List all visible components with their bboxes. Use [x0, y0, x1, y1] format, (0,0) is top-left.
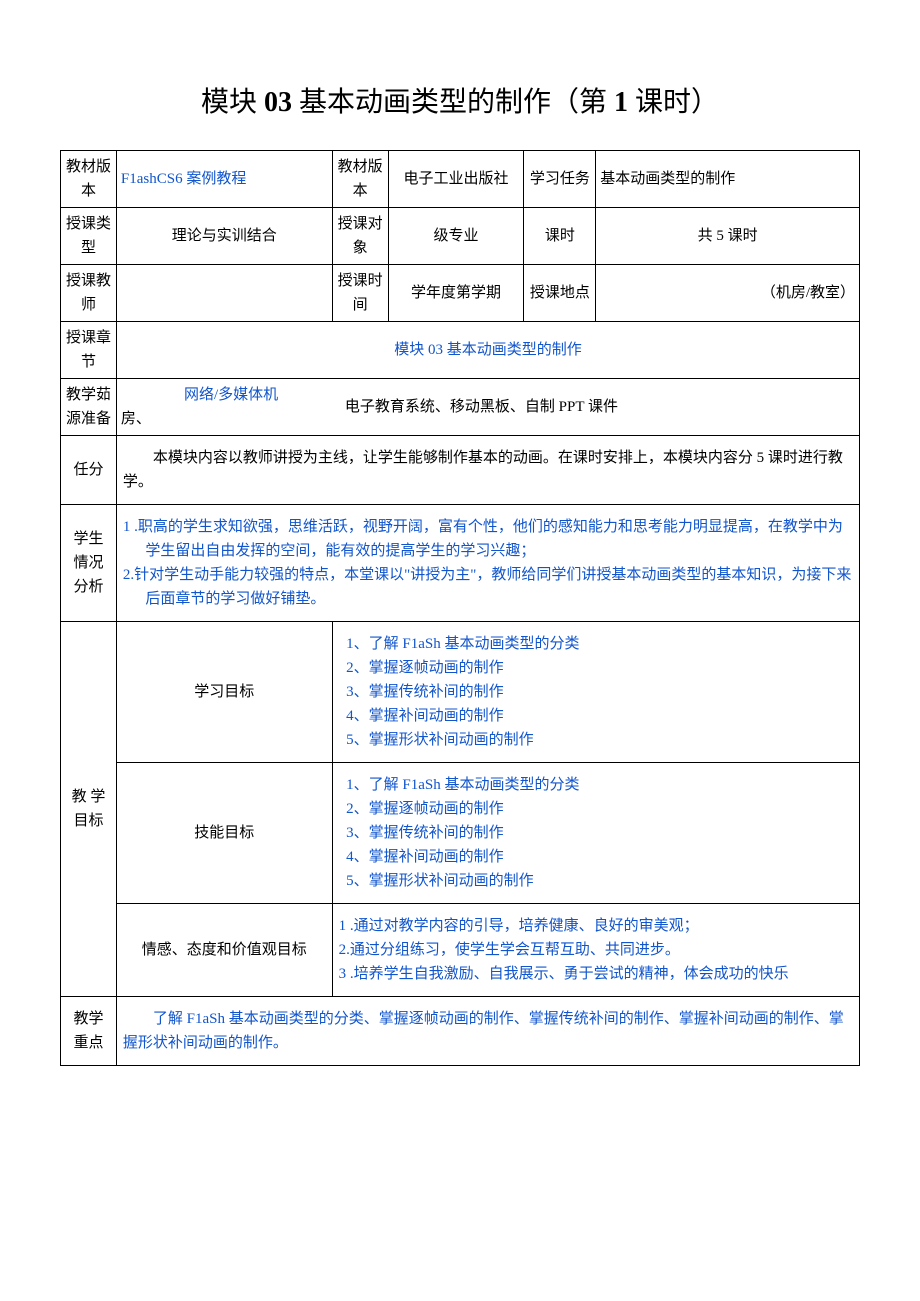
table-row: 教 学目标 学习目标 1、了解 F1aSh 基本动画类型的分类 2、掌握逐帧动画… [61, 622, 860, 763]
cell-time-label: 授课时间 [332, 265, 388, 322]
cell-hours-label: 课时 [524, 208, 596, 265]
cell-emotion-goal-label: 情感、态度和价值观目标 [116, 904, 332, 997]
cell-time: 学年度第学期 [388, 265, 524, 322]
cell-skill-goal: 1、了解 F1aSh 基本动画类型的分类 2、掌握逐帧动画的制作 3、掌握传统补… [332, 763, 859, 904]
cell-textbook-pub: 电子工业出版社 [388, 151, 524, 208]
cell-student-analysis: 1 .职高的学生求知欲强，思维活跃，视野开阔，富有个性，他们的感知能力和思考能力… [116, 505, 859, 622]
cell-chapter-label: 授课章节 [61, 322, 117, 379]
cell-study-goal-label: 学习目标 [116, 622, 332, 763]
cell-resources: 网络/多媒体机 房、 电子教育系统、移动黑板、自制 PPT 课件 [116, 379, 859, 436]
cell-assignment: 本模块内容以教师讲授为主线，让学生能够制作基本的动画。在课时安排上，本模块内容分… [116, 436, 859, 505]
table-row: 教材版本 F1ashCS6 案例教程 教材版本 电子工业出版社 学习任务 基本动… [61, 151, 860, 208]
cell-assignment-label: 任分 [61, 436, 117, 505]
lesson-plan-table: 教材版本 F1ashCS6 案例教程 教材版本 电子工业出版社 学习任务 基本动… [60, 150, 860, 1066]
cell-location-label: 授课地点 [524, 265, 596, 322]
cell-textbook-version: F1ashCS6 案例教程 [116, 151, 332, 208]
table-row: 情感、态度和价值观目标 1 .通过对教学内容的引导，培养健康、良好的审美观； 2… [61, 904, 860, 997]
cell-audience-label: 授课对象 [332, 208, 388, 265]
cell-class-type: 理论与实训结合 [116, 208, 332, 265]
cell-goals-label: 教 学目标 [61, 622, 117, 997]
cell-task: 基本动画类型的制作 [596, 151, 860, 208]
cell-student-analysis-label: 学生情况分析 [61, 505, 117, 622]
table-row: 教学重点 了解 F1aSh 基本动画类型的分类、掌握逐帧动画的制作、掌握传统补间… [61, 997, 860, 1066]
table-row: 学生情况分析 1 .职高的学生求知欲强，思维活跃，视野开阔，富有个性，他们的感知… [61, 505, 860, 622]
cell-keypoint-label: 教学重点 [61, 997, 117, 1066]
cell-task-label: 学习任务 [524, 151, 596, 208]
table-row: 任分 本模块内容以教师讲授为主线，让学生能够制作基本的动画。在课时安排上，本模块… [61, 436, 860, 505]
table-row: 授课教师 授课时间 学年度第学期 授课地点 （机房/教室） [61, 265, 860, 322]
cell-skill-goal-label: 技能目标 [116, 763, 332, 904]
table-row: 技能目标 1、了解 F1aSh 基本动画类型的分类 2、掌握逐帧动画的制作 3、… [61, 763, 860, 904]
cell-resources-label: 教学茹源准备 [61, 379, 117, 436]
table-row: 授课类型 理论与实训结合 授课对象 级专业 课时 共 5 课时 [61, 208, 860, 265]
cell-chapter: 模块 03 基本动画类型的制作 [116, 322, 859, 379]
cell-study-goal: 1、了解 F1aSh 基本动画类型的分类 2、掌握逐帧动画的制作 3、掌握传统补… [332, 622, 859, 763]
table-row: 教学茹源准备 网络/多媒体机 房、 电子教育系统、移动黑板、自制 PPT 课件 [61, 379, 860, 436]
cell-audience: 级专业 [388, 208, 524, 265]
page-title: 模块 03 基本动画类型的制作（第 1 课时） [60, 80, 860, 120]
cell-keypoint: 了解 F1aSh 基本动画类型的分类、掌握逐帧动画的制作、掌握传统补间的制作、掌… [116, 997, 859, 1066]
cell-textbook-version-label: 教材版本 [61, 151, 117, 208]
cell-textbook-pub-label: 教材版本 [332, 151, 388, 208]
cell-teacher-label: 授课教师 [61, 265, 117, 322]
cell-location: （机房/教室） [596, 265, 860, 322]
cell-hours: 共 5 课时 [596, 208, 860, 265]
cell-emotion-goal: 1 .通过对教学内容的引导，培养健康、良好的审美观； 2.通过分组练习，使学生学… [332, 904, 859, 997]
table-row: 授课章节 模块 03 基本动画类型的制作 [61, 322, 860, 379]
cell-teacher [116, 265, 332, 322]
cell-class-type-label: 授课类型 [61, 208, 117, 265]
